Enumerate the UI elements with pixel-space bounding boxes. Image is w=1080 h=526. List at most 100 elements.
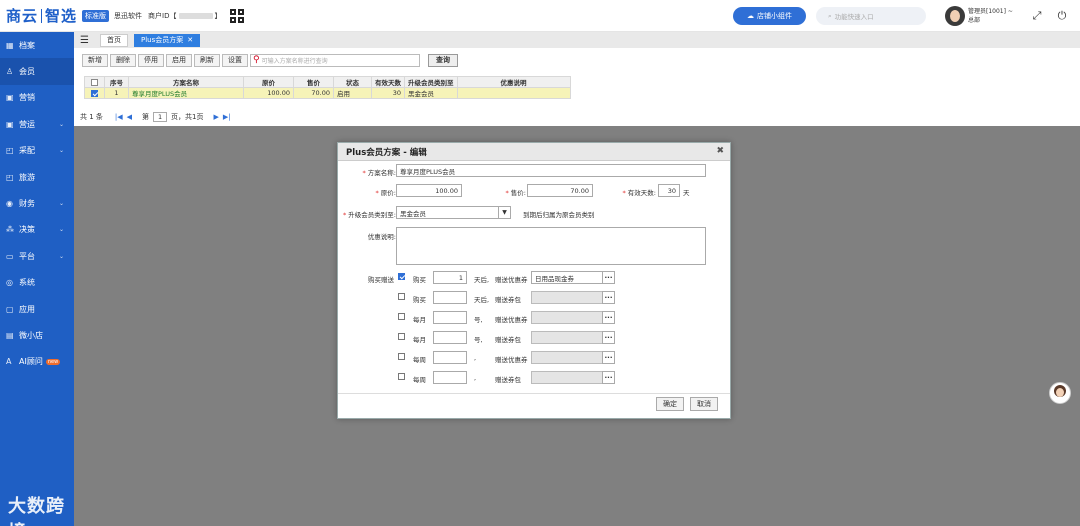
chevron-down-icon[interactable]: ⌄ [59,200,64,207]
gift-row-number[interactable] [433,291,467,304]
sidebar-item-3[interactable]: ▣ 营运 ⌄ [0,111,74,137]
cell-index: 1 [104,87,129,99]
gift-row-coupon-field[interactable] [531,311,603,324]
gift-row-checkbox[interactable] [398,313,405,320]
gift-row-checkbox[interactable] [398,353,405,360]
cell-level: 黑金会员 [404,87,458,99]
gift-row-coupon-field[interactable] [531,331,603,344]
more-icon[interactable]: ··· [602,291,615,304]
edition-badge: 标准版 [82,9,110,22]
prev-page-icon[interactable]: ◀ [127,113,132,121]
more-icon[interactable]: ··· [602,331,615,344]
plan-name-field[interactable]: 尊享月度PLUS会员 [396,164,706,177]
valid-days-field[interactable]: 30 [658,184,680,197]
sidebar-item-11[interactable]: ▤ 微小店 [0,322,74,348]
tab-home-label: 首页 [107,36,121,44]
gift-row-unit: 天后, [474,296,490,304]
add-button[interactable]: 新增 [82,53,108,67]
delete-button[interactable]: 删除 [110,53,136,67]
gift-row-coupon-field[interactable] [531,371,603,384]
shop-icon: ▤ [6,330,14,340]
gift-row-checkbox[interactable] [398,293,405,300]
more-icon[interactable]: ··· [602,371,615,384]
sidebar-item-7[interactable]: ⁂ 决策 ⌄ [0,217,74,243]
tab-plus-plan[interactable]: Plus会员方案 ✕ [134,33,201,47]
plan-search-input[interactable]: ⚲ 可输入方案名称进行查询 [250,53,420,67]
select-all-checkbox[interactable] [91,78,98,86]
cell-name[interactable]: 尊享月度PLUS会员 [128,87,244,99]
confirm-button[interactable]: 确定 [656,397,684,411]
more-icon[interactable]: ··· [602,311,615,324]
more-icon[interactable]: ··· [602,271,615,284]
gift-row-gift-type: 赠送券包 [495,296,521,304]
refresh-button[interactable]: 刷新 [194,53,220,67]
next-page-icon[interactable]: ▶ [214,113,219,121]
sidebar-item-2[interactable]: ▣ 营销 [0,85,74,111]
qrcode-icon[interactable] [229,8,244,23]
more-icon[interactable]: ··· [602,351,615,364]
sidebar-item-1[interactable]: ♙ 会员 [0,58,74,85]
gift-row-coupon-field[interactable] [531,291,603,304]
sidebar-item-6[interactable]: ◉ 财务 ⌄ [0,190,74,216]
gift-row-number[interactable]: 1 [433,271,467,284]
last-page-icon[interactable]: ▶| [223,113,231,121]
disable-button[interactable]: 停用 [138,53,164,67]
gift-row-checkbox[interactable] [398,273,405,280]
select-all-header[interactable] [84,76,105,88]
cancel-button[interactable]: 取消 [690,397,718,411]
chevron-down-icon[interactable]: ▼ [498,207,510,218]
gift-row-number[interactable] [433,351,467,364]
row-checkbox[interactable] [91,89,98,97]
gift-row-checkbox[interactable] [398,333,405,340]
sidebar-item-9[interactable]: ◎ 系统 [0,270,74,296]
table-row[interactable]: 1 尊享月度PLUS会员 100.00 70.00 启用 30 黑金会员 [84,87,571,99]
gift-row-number[interactable] [433,371,467,384]
app-logo: 商云 智选 [6,5,77,26]
enable-button[interactable]: 启用 [166,53,192,67]
gift-row-gift-type: 赠送优惠券 [495,356,528,364]
sale-price-field[interactable]: 70.00 [527,184,593,197]
gift-row-coupon-field[interactable] [531,351,603,364]
menu-toggle-icon[interactable]: ☰ [80,35,94,46]
sidebar-item-label: 采配 [19,146,35,156]
cell-days: 30 [371,87,405,99]
tab-home[interactable]: 首页 [100,33,128,47]
chevron-down-icon[interactable]: ⌄ [59,121,64,128]
row-select[interactable] [84,87,105,99]
sidebar-item-12[interactable]: A AI顾问 new [0,349,74,375]
first-page-icon[interactable]: |◀ [115,113,123,121]
user-info[interactable]: 管理员[1001] ~ 总部 [968,7,1013,25]
fullscreen-icon[interactable]: ⤢ [1031,10,1043,22]
settings-button[interactable]: 设置 [222,53,248,67]
assistant-avatar[interactable] [1049,382,1071,404]
chevron-down-icon[interactable]: ⌄ [59,253,64,260]
sidebar-item-10[interactable]: ▢ 应用 [0,296,74,322]
orig-price-field[interactable]: 100.00 [396,184,462,197]
power-icon[interactable]: ⏻ [1056,10,1068,22]
plan-table: 序号 方案名称 原价 售价 状态 有效天数 升级会员类别至 优惠说明 1 尊享月… [84,76,571,99]
chevron-down-icon[interactable]: ⌄ [59,147,64,154]
pager-total: 共 1 条 [80,113,103,121]
level-select[interactable]: 黑金会员 ▼ [396,206,511,219]
close-icon[interactable]: ✖ [716,146,724,156]
quick-search-input[interactable]: ⌕ 功能快速入口 [816,7,926,25]
gift-row-number[interactable] [433,311,467,324]
gift-row-checkbox[interactable] [398,373,405,380]
desc-textarea[interactable] [396,227,706,265]
page-input[interactable]: 1 [153,112,168,122]
gift-row-kind: 购买 [413,276,426,284]
sidebar-item-0[interactable]: ▦ 档案 [0,32,74,58]
sidebar-item-8[interactable]: ▭ 平台 ⌄ [0,243,74,269]
gift-row-unit: 天后, [474,276,490,284]
user-avatar[interactable] [945,6,965,26]
sidebar-item-5[interactable]: ◰ 旅游 [0,164,74,190]
gift-row-coupon-field[interactable]: 日用品现金券 [531,271,603,284]
query-button[interactable]: 查询 [428,53,458,67]
close-icon[interactable]: ✕ [187,36,193,44]
gift-row-number[interactable] [433,331,467,344]
sidebar-item-4[interactable]: ◰ 采配 ⌄ [0,138,74,164]
cell-desc [456,87,571,99]
chevron-down-icon[interactable]: ⌄ [59,226,64,233]
shop-widget-button[interactable]: ☁ 店铺小组件 [733,7,806,25]
sidebar-item-label: 决策 [19,225,35,235]
